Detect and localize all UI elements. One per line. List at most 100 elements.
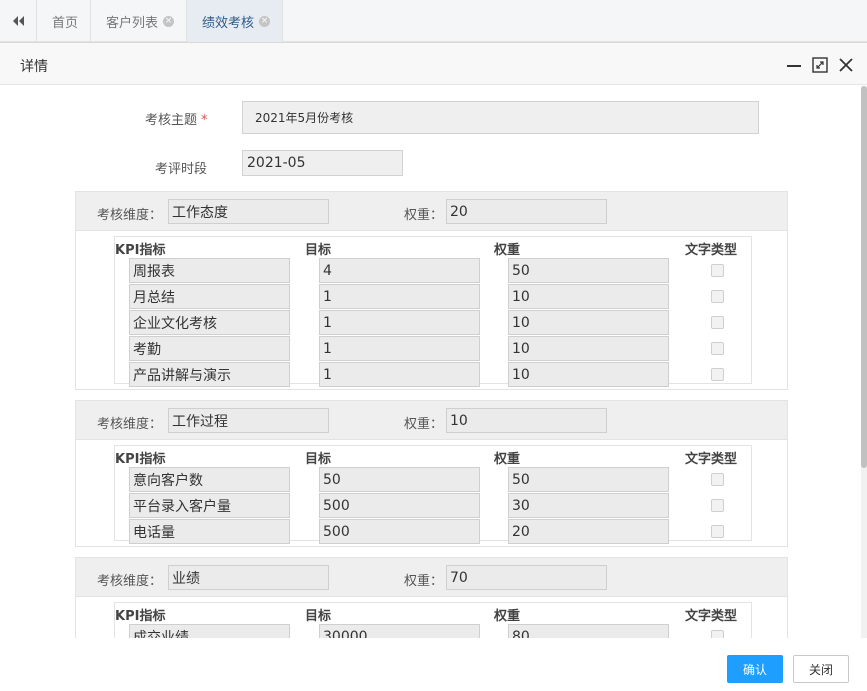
tab-bar: 首页 客户列表 × 绩效考核 × [0, 0, 867, 42]
double-chevron-left-icon [13, 16, 24, 26]
kpi-target-field[interactable]: 1 [319, 284, 480, 309]
subject-label: 考核主题 [145, 113, 198, 128]
target-column-header: 目标 [305, 609, 332, 624]
weight-label: 权重： [404, 417, 444, 432]
text-type-column-header: 文字类型 [685, 609, 738, 624]
kpi-target-field[interactable]: 50 [319, 467, 480, 492]
kpi-section-body: KPI指标 目标 权重 文字类型 周报表 4 50 月总结 1 10 企业文化考… [75, 231, 788, 390]
weight-column-header: 权重 [494, 243, 521, 258]
kpi-table: KPI指标 目标 权重 文字类型 意向客户数 50 50 平台录入客户量 500… [114, 445, 752, 544]
dialog-footer: 确认 关闭 [0, 638, 867, 691]
close-button[interactable]: 关闭 [793, 655, 849, 683]
text-type-checkbox[interactable] [711, 630, 724, 638]
confirm-button[interactable]: 确认 [727, 655, 783, 683]
dimension-weight-field[interactable]: 70 [446, 565, 607, 590]
kpi-name-field[interactable]: 意向客户数 [129, 467, 290, 492]
dimension-header: 考核维度： 工作过程 权重： 10 [75, 400, 788, 440]
scrollbar-thumb[interactable] [861, 86, 867, 468]
dimension-field[interactable]: 工作过程 [168, 408, 329, 433]
dialog-body: 考核主题 * 2021年5月份考核 考评时段 2021-05 考核维度： 工作态度… [0, 86, 867, 638]
text-type-checkbox[interactable] [711, 316, 724, 329]
dimension-weight-field[interactable]: 20 [446, 199, 607, 224]
tab-home[interactable]: 首页 [37, 0, 91, 42]
kpi-target-field[interactable]: 1 [319, 362, 480, 387]
tab-label: 绩效考核 [202, 15, 255, 31]
dialog-scrollbar[interactable] [861, 86, 867, 638]
weight-label: 权重： [404, 574, 444, 589]
minimize-icon[interactable] [785, 56, 803, 74]
tab-scroll-left-button[interactable] [0, 0, 37, 42]
detail-dialog: 详情 考核主题 * 2021年5月份考核 考评时段 2021-05 考核维度： 工… [0, 42, 867, 691]
kpi-table: KPI指标 目标 权重 文字类型 周报表 4 50 月总结 1 10 企业文化考… [114, 236, 752, 387]
kpi-target-field[interactable]: 1 [319, 310, 480, 335]
dimension-weight-field[interactable]: 10 [446, 408, 607, 433]
period-field[interactable]: 2021-05 [242, 150, 403, 176]
dimension-label: 考核维度： [97, 417, 163, 432]
dimension-field[interactable]: 工作态度 [168, 199, 329, 224]
kpi-weight-field[interactable]: 10 [508, 336, 669, 361]
dimension-section: 考核维度： 业绩 权重： 70 KPI指标 目标 权重 文字类型 成交业绩 30… [75, 557, 788, 638]
text-type-checkbox[interactable] [711, 342, 724, 355]
kpi-table: KPI指标 目标 权重 文字类型 成交业绩 30000 80 [114, 602, 752, 638]
kpi-weight-field[interactable]: 80 [508, 624, 669, 638]
kpi-name-field[interactable]: 考勤 [129, 336, 290, 361]
period-label: 考评时段 [155, 162, 208, 177]
tab-label: 客户列表 [106, 15, 159, 31]
kpi-column-header: KPI指标 [115, 452, 166, 467]
text-type-checkbox[interactable] [711, 290, 724, 303]
kpi-name-field[interactable]: 成交业绩 [129, 624, 290, 638]
dimension-label: 考核维度： [97, 208, 163, 223]
close-icon[interactable] [837, 56, 855, 74]
kpi-section-body: KPI指标 目标 权重 文字类型 成交业绩 30000 80 [75, 597, 788, 638]
text-type-checkbox[interactable] [711, 264, 724, 277]
text-type-column-header: 文字类型 [685, 243, 738, 258]
kpi-weight-field[interactable]: 50 [508, 258, 669, 283]
close-tab-icon[interactable]: × [259, 15, 271, 27]
kpi-target-field[interactable]: 30000 [319, 624, 480, 638]
kpi-target-field[interactable]: 500 [319, 493, 480, 518]
text-type-checkbox[interactable] [711, 368, 724, 381]
dimension-label: 考核维度： [97, 574, 163, 589]
kpi-name-field[interactable]: 月总结 [129, 284, 290, 309]
dialog-title-bar: 详情 [0, 43, 867, 85]
subject-label-row: 考核主题 * [145, 109, 208, 128]
kpi-name-field[interactable]: 平台录入客户量 [129, 493, 290, 518]
kpi-weight-field[interactable]: 10 [508, 310, 669, 335]
dimension-section: 考核维度： 工作过程 权重： 10 KPI指标 目标 权重 文字类型 意向客户数… [75, 400, 788, 547]
dialog-title: 详情 [20, 59, 48, 75]
kpi-name-field[interactable]: 电话量 [129, 519, 290, 544]
required-star: * [201, 113, 208, 128]
kpi-weight-field[interactable]: 20 [508, 519, 669, 544]
dimension-field[interactable]: 业绩 [168, 565, 329, 590]
text-type-column-header: 文字类型 [685, 452, 738, 467]
text-type-checkbox[interactable] [711, 525, 724, 538]
target-column-header: 目标 [305, 452, 332, 467]
kpi-weight-field[interactable]: 30 [508, 493, 669, 518]
kpi-weight-field[interactable]: 10 [508, 362, 669, 387]
tab-customer-list[interactable]: 客户列表 × [91, 0, 187, 42]
tab-label: 首页 [52, 15, 79, 31]
dimension-header: 考核维度： 业绩 权重： 70 [75, 557, 788, 597]
kpi-column-header: KPI指标 [115, 609, 166, 624]
kpi-section-body: KPI指标 目标 权重 文字类型 意向客户数 50 50 平台录入客户量 500… [75, 440, 788, 547]
text-type-checkbox[interactable] [711, 473, 724, 486]
text-type-checkbox[interactable] [711, 499, 724, 512]
kpi-name-field[interactable]: 周报表 [129, 258, 290, 283]
dimension-section: 考核维度： 工作态度 权重： 20 KPI指标 目标 权重 文字类型 周报表 4… [75, 191, 788, 390]
kpi-column-header: KPI指标 [115, 243, 166, 258]
kpi-weight-field[interactable]: 10 [508, 284, 669, 309]
kpi-target-field[interactable]: 4 [319, 258, 480, 283]
kpi-name-field[interactable]: 企业文化考核 [129, 310, 290, 335]
kpi-name-field[interactable]: 产品讲解与演示 [129, 362, 290, 387]
weight-column-header: 权重 [494, 609, 521, 624]
close-tab-icon[interactable]: × [163, 15, 175, 27]
tab-performance[interactable]: 绩效考核 × [187, 0, 283, 42]
kpi-target-field[interactable]: 500 [319, 519, 480, 544]
subject-field[interactable]: 2021年5月份考核 [242, 101, 759, 134]
kpi-weight-field[interactable]: 50 [508, 467, 669, 492]
dimension-header: 考核维度： 工作态度 权重： 20 [75, 191, 788, 231]
kpi-target-field[interactable]: 1 [319, 336, 480, 361]
maximize-icon[interactable] [811, 56, 829, 74]
weight-column-header: 权重 [494, 452, 521, 467]
target-column-header: 目标 [305, 243, 332, 258]
